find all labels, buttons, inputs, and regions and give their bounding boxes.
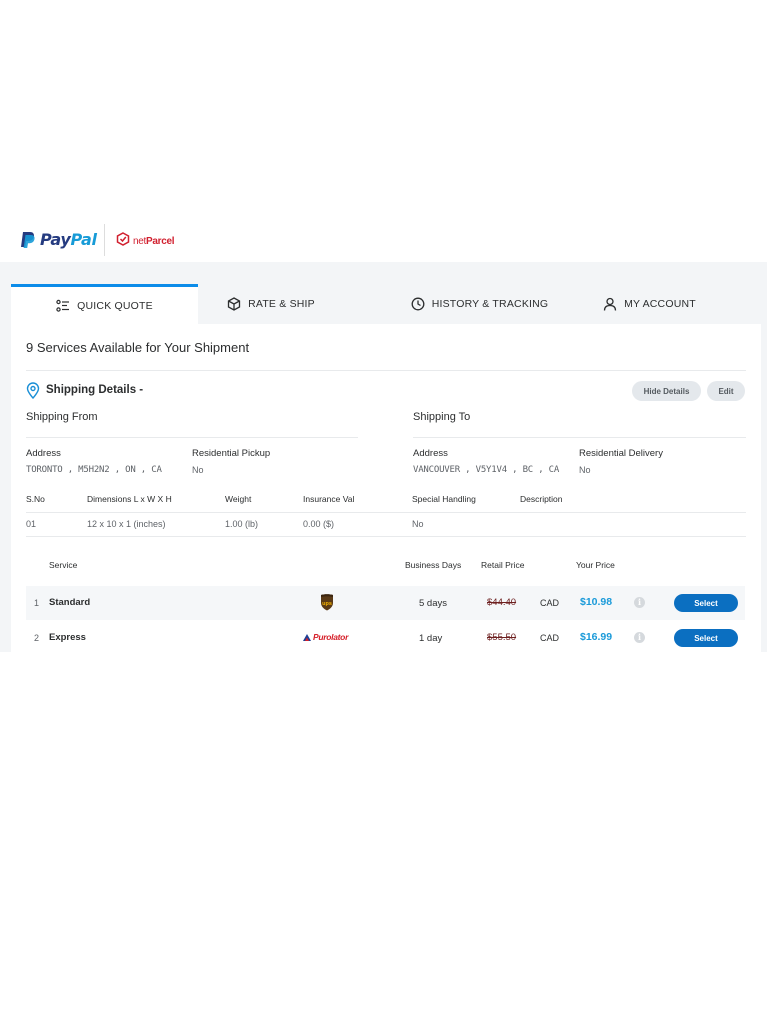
to-address-value: VANCOUVER , V5Y1V4 , BC , CA <box>413 465 560 475</box>
residential-delivery-label: Residential Delivery <box>579 448 663 459</box>
hide-details-button[interactable]: Hide Details <box>632 381 701 401</box>
col-header-insurance: Insurance Val <box>303 494 355 504</box>
svg-text:ups: ups <box>322 601 332 607</box>
tab-quick-quote[interactable]: QUICK QUOTE <box>11 284 198 324</box>
business-days: 1 day <box>419 633 443 644</box>
netparcel-mark-icon <box>116 232 130 251</box>
retail-price: $55.50 <box>487 632 517 643</box>
select-button[interactable]: Select <box>674 594 738 612</box>
paypal-word-pal: Pal <box>70 230 97 249</box>
tab-history-tracking[interactable]: HISTORY & TRACKING <box>402 284 557 324</box>
netparcel-logo[interactable]: netParcel <box>116 232 175 251</box>
package-special-handling: No <box>412 519 424 529</box>
residential-delivery-value: No <box>579 465 591 475</box>
currency: CAD <box>540 633 560 643</box>
paypal-wordmark: PayPal <box>40 230 97 249</box>
clock-icon <box>411 297 425 311</box>
package-weight: 1.00 (lb) <box>225 519 259 529</box>
service-row[interactable]: 1 Standard ups 5 days $44.40 CAD $10.98 … <box>26 586 745 620</box>
select-button[interactable]: Select <box>674 629 738 647</box>
your-price: $16.99 <box>580 631 613 643</box>
residential-pickup-value: No <box>192 465 204 475</box>
purolator-logo-icon: Purolator <box>302 632 348 642</box>
info-icon[interactable]: i <box>634 632 645 643</box>
col-header-dimensions: Dimensions L x W X H <box>87 494 172 504</box>
residential-pickup-label: Residential Pickup <box>192 448 271 459</box>
tab-my-account[interactable]: MY ACCOUNT <box>592 284 707 324</box>
tab-label: RATE & SHIP <box>248 298 315 310</box>
col-header-retail-price: Retail Price <box>481 560 525 570</box>
tab-label: QUICK QUOTE <box>77 299 153 312</box>
info-icon[interactable]: i <box>634 597 645 608</box>
ups-logo-icon: ups <box>320 594 334 616</box>
netparcel-wordmark: netParcel <box>133 236 175 247</box>
service-number: 2 <box>34 633 40 643</box>
col-header-your-price: Your Price <box>576 560 615 570</box>
package-insurance: 0.00 ($) <box>303 519 335 529</box>
package-dimensions: 12 x 10 x 1 (inches) <box>87 519 166 529</box>
col-header-service: Service <box>49 560 78 570</box>
service-row[interactable]: 2 Express Purolator 1 day $55.50 CAD $16… <box>26 621 745 652</box>
list-icon <box>56 299 70 313</box>
netparcel-word-parcel: Parcel <box>146 236 175 247</box>
to-address-label: Address <box>413 448 448 459</box>
netparcel-word-net: net <box>133 236 147 247</box>
divider <box>26 437 358 438</box>
edit-button[interactable]: Edit <box>707 381 745 401</box>
col-header-weight: Weight <box>225 494 252 504</box>
user-icon <box>603 297 617 311</box>
col-header-business-days: Business Days <box>405 560 462 570</box>
service-name: Standard <box>49 597 91 608</box>
purolator-wordmark: Purolator <box>313 632 349 642</box>
divider <box>26 536 746 537</box>
divider <box>26 512 746 513</box>
col-header-sno: S.No <box>26 494 45 504</box>
package-sno: 01 <box>26 519 37 529</box>
app-panel: QUICK QUOTE RATE & SHIP HISTORY & TRACKI… <box>0 262 767 652</box>
divider <box>26 370 746 371</box>
from-address-value: TORONTO , M5H2N2 , ON , CA <box>26 465 162 475</box>
tab-label: MY ACCOUNT <box>624 298 696 310</box>
location-pin-icon <box>26 382 40 404</box>
currency: CAD <box>540 598 560 608</box>
tab-rate-ship[interactable]: RATE & SHIP <box>211 284 331 324</box>
business-days: 5 days <box>419 598 447 609</box>
service-name: Express <box>49 632 86 643</box>
paypal-word-pay: Pay <box>40 230 71 249</box>
service-number: 1 <box>34 598 40 608</box>
shipping-to-heading: Shipping To <box>413 411 471 423</box>
box-icon <box>227 297 241 311</box>
brand-bar: PayPal netParcel <box>0 222 767 260</box>
tab-label: HISTORY & TRACKING <box>431 298 549 310</box>
col-header-description: Description <box>520 494 563 504</box>
your-price: $10.98 <box>580 596 613 608</box>
retail-price: $44.40 <box>487 597 517 608</box>
col-header-special-handling: Special Handling <box>412 494 476 504</box>
brand-divider <box>104 224 105 256</box>
paypal-logo[interactable]: PayPal <box>20 230 97 249</box>
from-address-label: Address <box>26 448 61 459</box>
page-title: 9 Services Available for Your Shipment <box>26 340 250 355</box>
shipping-details-title[interactable]: Shipping Details - <box>46 384 143 396</box>
divider <box>413 437 746 438</box>
paypal-mark-icon <box>20 231 35 249</box>
shipping-from-heading: Shipping From <box>26 411 98 423</box>
quote-results-card: 9 Services Available for Your Shipment S… <box>11 324 761 652</box>
